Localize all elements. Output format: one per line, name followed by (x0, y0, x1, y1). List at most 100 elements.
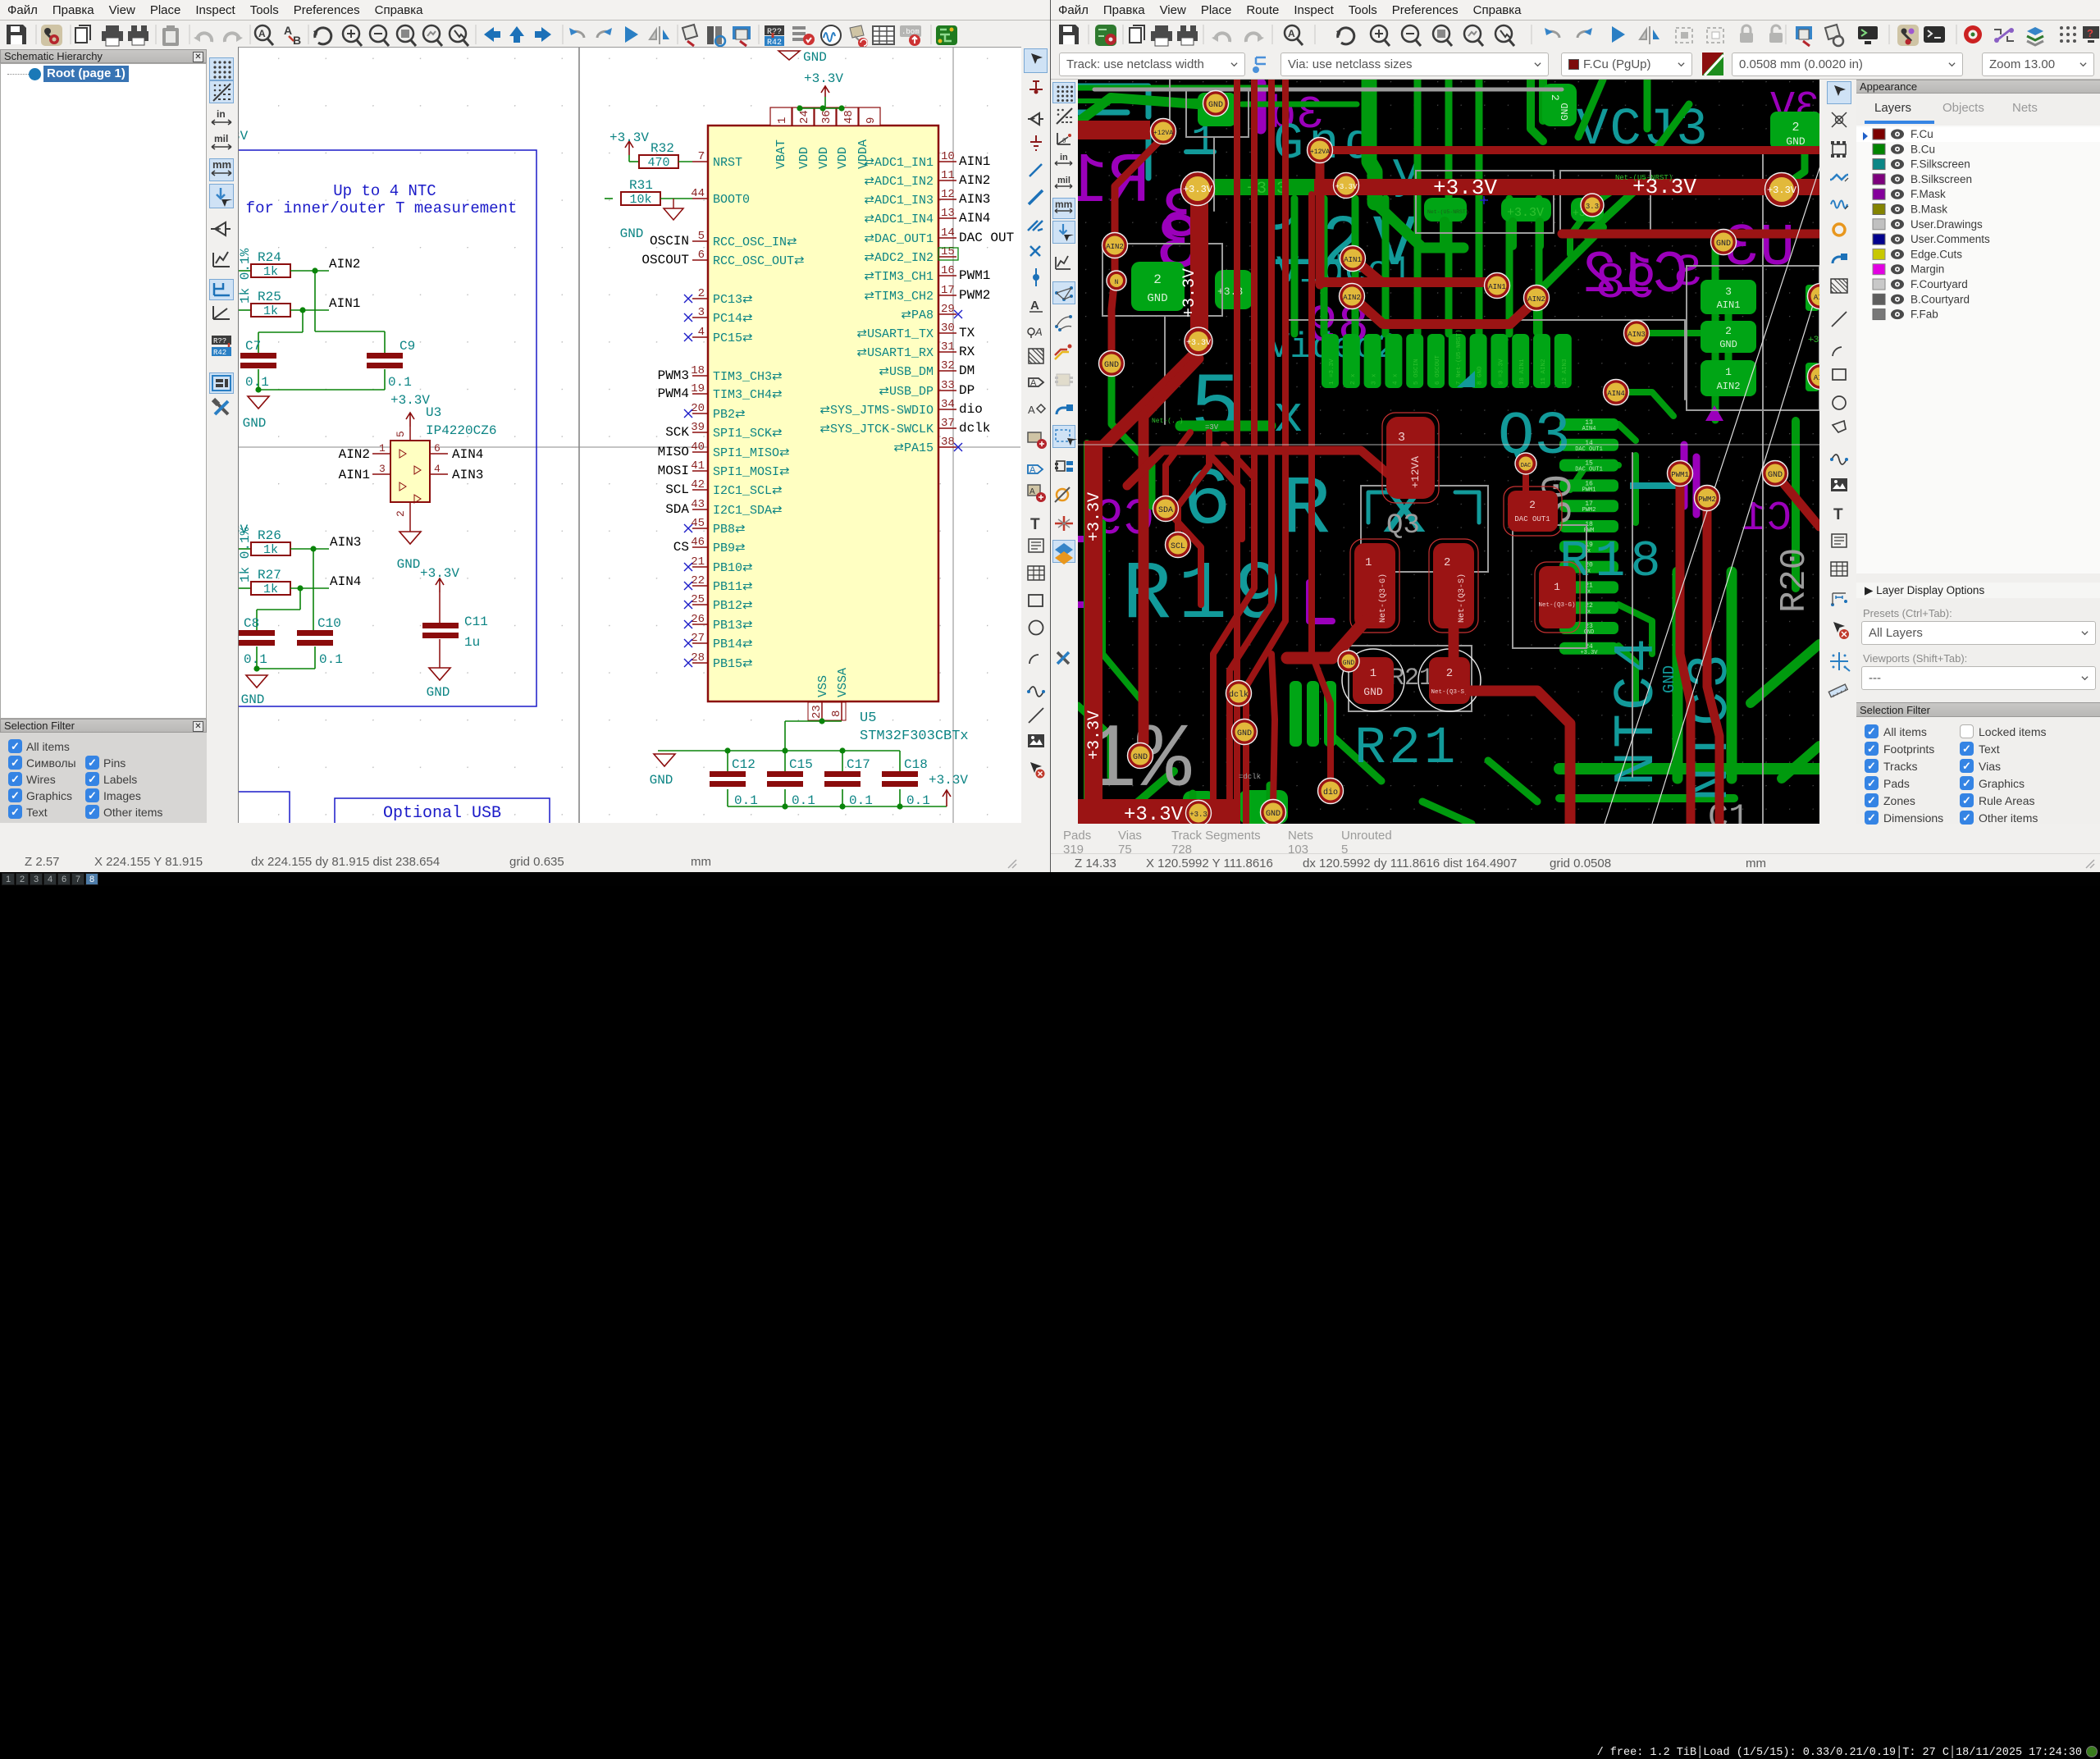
svg-text:PB9⇄: PB9⇄ (713, 541, 746, 555)
svg-text:41: 41 (691, 459, 705, 473)
svg-text:T: T (1030, 516, 1040, 533)
svg-text:AIN1: AIN1 (1344, 256, 1362, 264)
svg-text:GND: GND (1786, 135, 1806, 148)
svg-text:⇄USART1_TX: ⇄USART1_TX (856, 327, 934, 341)
svg-text:18 AIN1: 18 AIN1 (1519, 359, 1526, 385)
svg-text:+3.3: +3.3 (1189, 811, 1208, 819)
svg-text:⇄ADC2_IN2: ⇄ADC2_IN2 (864, 251, 934, 265)
svg-text:PWM2: PWM2 (959, 288, 990, 303)
svg-text:AIN2: AIN2 (339, 447, 370, 462)
svg-text:1k: 1k (263, 304, 278, 318)
svg-text:⇄SYS_JTMS-SWDIO: ⇄SYS_JTMS-SWDIO (819, 404, 934, 418)
svg-text:F.Silkscreen: F.Silkscreen (1911, 158, 1970, 171)
svg-text:R20: R20 (1774, 548, 1815, 613)
svg-text:Edge.Cuts: Edge.Cuts (1911, 248, 1962, 260)
svg-text:11 AIN2: 11 AIN2 (1541, 359, 1547, 385)
svg-text:25: 25 (691, 593, 705, 606)
svg-text:R32: R32 (651, 141, 674, 156)
svg-text:R27: R27 (258, 568, 281, 583)
svg-text:23: 23 (810, 705, 824, 719)
svg-text:C17: C17 (847, 757, 870, 772)
svg-text:PWM3: PWM3 (658, 368, 689, 383)
svg-text:⇄DAC_OUT1: ⇄DAC_OUT1 (864, 232, 934, 246)
svg-text:1k: 1k (263, 583, 278, 596)
svg-text:3: 3 (379, 463, 386, 475)
svg-text:R26: R26 (258, 528, 281, 543)
svg-text:AIN: AIN (1814, 294, 1819, 302)
svg-text:+12VA: +12VA (1409, 456, 1422, 488)
svg-text:2: 2 (395, 510, 407, 517)
svg-text:98: 98 (1596, 254, 1656, 313)
svg-text:2: 2 (1153, 272, 1162, 287)
svg-text:36: 36 (820, 110, 833, 124)
svg-text:+3.3V: +3.3V (1433, 176, 1497, 200)
svg-text:3V: 3V (239, 129, 249, 144)
svg-text:27: 27 (691, 632, 705, 645)
svg-text:8 GND: 8 GND (1477, 366, 1484, 385)
svg-text:⇄PA8: ⇄PA8 (901, 308, 934, 322)
svg-text:+3.3V: +3.3V (1767, 185, 1797, 196)
svg-text:3V: 3V (239, 523, 249, 537)
svg-text:SCK: SCK (665, 425, 689, 440)
svg-text:SDA: SDA (1158, 506, 1173, 515)
svg-text:PB8⇄: PB8⇄ (713, 523, 746, 537)
svg-text:34: 34 (941, 398, 955, 411)
svg-text:⇄ADC1_IN4: ⇄ADC1_IN4 (864, 212, 934, 226)
svg-text:PB12⇄: PB12⇄ (713, 599, 753, 613)
svg-text:C1: C1 (1742, 496, 1792, 542)
svg-text:AIN3: AIN3 (330, 535, 361, 550)
svg-text:26: 26 (691, 613, 705, 626)
svg-text:SDA: SDA (665, 502, 689, 517)
svg-text:28: 28 (691, 651, 705, 665)
svg-text:B.Mask: B.Mask (1911, 203, 1947, 216)
svg-text:in: in (1060, 153, 1068, 162)
svg-text:19: 19 (691, 382, 705, 395)
svg-text:DAC: DAC (1521, 463, 1532, 469)
svg-text:1: 1 (1725, 366, 1732, 378)
svg-text:PB10⇄: PB10⇄ (713, 561, 753, 575)
svg-text:B.Cu: B.Cu (1911, 143, 1935, 155)
svg-text:7 Net-(U5-NRST): 7 Net-(U5-NRST) (1456, 329, 1463, 385)
svg-text:dclk: dclk (1229, 690, 1249, 700)
svg-text:44: 44 (691, 187, 705, 200)
svg-text:PC13⇄: PC13⇄ (713, 293, 753, 307)
svg-text:GND: GND (1237, 729, 1252, 738)
svg-text:45: 45 (691, 517, 705, 530)
svg-text:⇄SYS_JTCK-SWCLK: ⇄SYS_JTCK-SWCLK (819, 423, 934, 436)
svg-text:STM32F303CBTx: STM32F303CBTx (860, 729, 969, 744)
svg-text:AIN2: AIN2 (1343, 294, 1361, 302)
svg-text:2: 2 (1549, 94, 1561, 101)
svg-text:R21: R21 (1354, 720, 1459, 779)
svg-text:1k: 1k (263, 543, 278, 557)
svg-text:6 OSCOUT: 6 OSCOUT (1435, 354, 1441, 385)
svg-text:5 OSCIN: 5 OSCIN (1413, 359, 1420, 385)
svg-text:A: A (284, 24, 292, 37)
svg-text:N: N (1115, 279, 1119, 286)
svg-text:0.1: 0.1 (244, 652, 267, 667)
svg-text:Net-(U5-NRST): Net-(U5-NRST) (1615, 174, 1673, 182)
svg-text:DP: DP (959, 383, 975, 398)
svg-text:B.Courtyard: B.Courtyard (1911, 293, 1970, 305)
svg-text:14: 14 (941, 226, 955, 240)
svg-text:NRST: NRST (713, 156, 742, 170)
svg-text:SPI1_MISO⇄: SPI1_MISO⇄ (713, 446, 790, 460)
svg-text:B.Silkscreen: B.Silkscreen (1911, 173, 1972, 185)
svg-text:GND: GND (397, 557, 421, 572)
svg-text:⇄TIM3_CH1: ⇄TIM3_CH1 (864, 270, 934, 284)
svg-text:A: A (258, 28, 266, 39)
svg-text:+3.3V: +3.3V (1085, 492, 1104, 541)
svg-text:C15: C15 (789, 757, 813, 772)
svg-text:GND: GND (1147, 292, 1167, 305)
svg-text:SCL: SCL (1171, 542, 1185, 551)
svg-text:NTC4: NTC4 (1605, 635, 1670, 786)
svg-text:SPI1_SCK⇄: SPI1_SCK⇄ (713, 427, 783, 441)
svg-text:+3.3V: +3.3V (1183, 184, 1213, 195)
svg-text:R??: R?? (213, 337, 226, 345)
svg-text:?: ? (2087, 27, 2093, 39)
svg-text:MOSI: MOSI (658, 464, 689, 478)
svg-text:RCC_OSC_OUT⇄: RCC_OSC_OUT⇄ (713, 254, 805, 268)
svg-text:C18: C18 (904, 757, 928, 772)
svg-text:2 x: 2 x (1350, 373, 1357, 385)
svg-text:⇄PA15: ⇄PA15 (893, 441, 934, 455)
svg-text:2: 2 (1446, 667, 1453, 680)
